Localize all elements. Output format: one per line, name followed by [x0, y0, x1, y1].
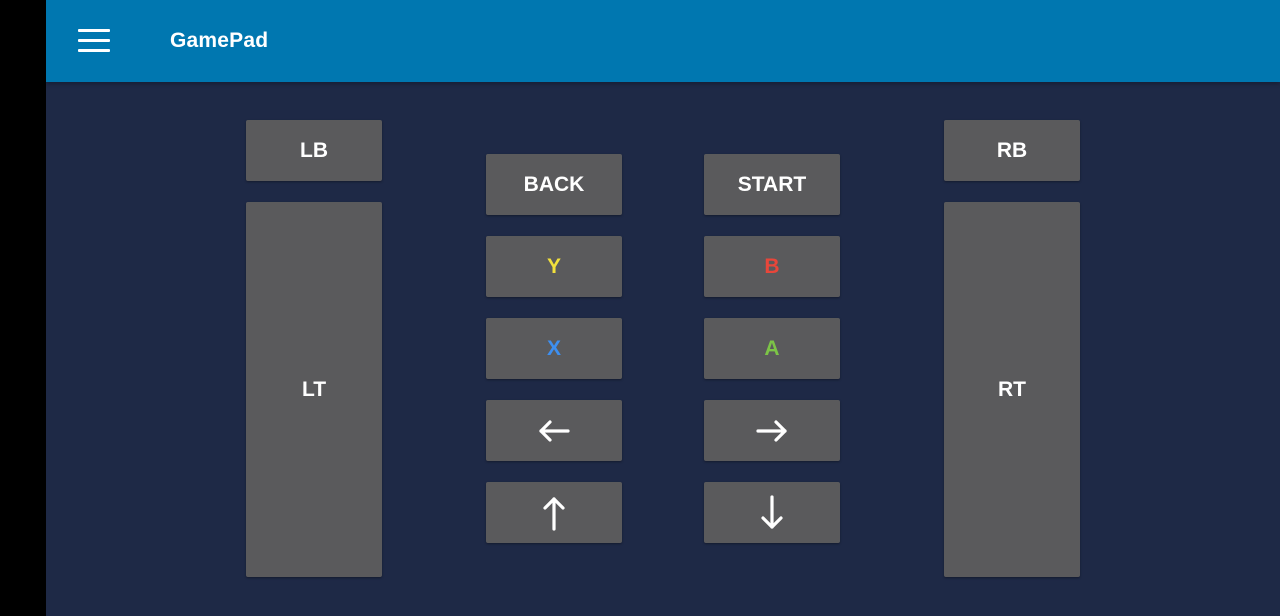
app-title: GamePad: [170, 29, 269, 52]
start-button[interactable]: START: [704, 154, 840, 215]
dpad-down-button[interactable]: [704, 482, 840, 543]
dpad-right-button[interactable]: [704, 400, 840, 461]
lt-label: LT: [301, 377, 327, 401]
back-button[interactable]: BACK: [486, 154, 622, 215]
y-label: Y: [546, 254, 561, 278]
a-button[interactable]: A: [704, 318, 840, 379]
y-button[interactable]: Y: [486, 236, 622, 297]
rb-button[interactable]: RB: [944, 120, 1080, 181]
dpad-left-button[interactable]: [486, 400, 622, 461]
lt-button[interactable]: LT: [246, 202, 382, 577]
rt-label: RT: [998, 377, 1026, 401]
lb-button[interactable]: LB: [246, 120, 382, 181]
lb-label: LB: [300, 138, 328, 162]
b-label: B: [764, 254, 780, 278]
arrow-left-icon: [536, 419, 572, 443]
b-button[interactable]: B: [704, 236, 840, 297]
app-root: GamePad LB LT RB RT BACK Y X START B A: [46, 0, 1280, 616]
start-label: START: [737, 172, 807, 196]
menu-button[interactable]: [64, 17, 124, 65]
arrow-up-icon: [542, 494, 566, 532]
arrow-down-icon: [760, 494, 784, 532]
rt-button[interactable]: RT: [944, 202, 1080, 577]
arrow-right-icon: [754, 419, 790, 443]
a-label: A: [764, 336, 780, 360]
x-button[interactable]: X: [486, 318, 622, 379]
dpad-up-button[interactable]: [486, 482, 622, 543]
rb-label: RB: [996, 138, 1028, 162]
back-label: BACK: [523, 172, 585, 196]
x-label: X: [546, 336, 561, 360]
app-bar: GamePad: [46, 0, 1280, 82]
